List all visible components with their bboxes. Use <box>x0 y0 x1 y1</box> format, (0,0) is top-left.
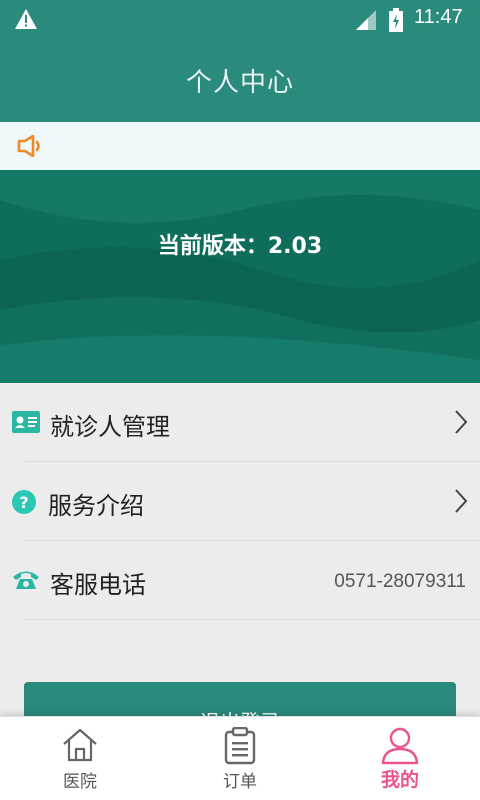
chevron-right-icon <box>454 409 468 439</box>
clipboard-icon <box>223 726 257 769</box>
phone-icon <box>12 569 40 595</box>
menu-item-label: 服务介绍 <box>48 492 144 520</box>
phone-number[interactable]: 0571-28079311 <box>334 571 466 593</box>
id-card-icon <box>12 411 40 437</box>
bottom-tab-bar: 医院 订单 我的 <box>0 716 480 800</box>
menu-item-customer-service-phone[interactable]: 客服电话 0571-28079311 <box>0 541 480 620</box>
divider <box>25 619 480 620</box>
settings-menu: 就诊人管理 ? 服务介绍 客服电话 0571-28079311 <box>0 383 480 620</box>
help-circle-icon: ? <box>12 490 36 518</box>
speaker-icon <box>17 134 45 161</box>
user-icon <box>380 727 420 769</box>
status-bar: 11:47 <box>0 0 480 38</box>
notice-bar[interactable] <box>0 122 480 170</box>
version-banner: 当前版本：2.03 <box>0 170 480 383</box>
tab-label: 医院 <box>63 772 97 792</box>
status-time: 11:47 <box>414 6 463 28</box>
tab-label: 我的 <box>380 769 419 791</box>
chevron-right-icon <box>454 488 468 518</box>
warning-icon <box>14 8 38 34</box>
battery-icon <box>388 8 404 36</box>
version-text: 当前版本：2.03 <box>157 234 323 259</box>
menu-item-patient-management[interactable]: 就诊人管理 <box>0 383 480 462</box>
app-header: 个人中心 <box>0 38 480 122</box>
signal-icon <box>356 10 378 34</box>
svg-text:?: ? <box>19 493 28 512</box>
menu-item-label: 客服电话 <box>50 571 146 599</box>
tab-mine[interactable]: 我的 <box>320 717 480 800</box>
banner-wave-background <box>0 170 480 383</box>
tab-label: 订单 <box>223 772 257 792</box>
menu-item-label: 就诊人管理 <box>50 413 170 441</box>
tab-orders[interactable]: 订单 <box>160 717 320 800</box>
menu-item-service-intro[interactable]: ? 服务介绍 <box>0 462 480 541</box>
tab-hospital[interactable]: 医院 <box>0 717 160 800</box>
home-icon <box>61 727 99 767</box>
page-title: 个人中心 <box>185 67 294 98</box>
